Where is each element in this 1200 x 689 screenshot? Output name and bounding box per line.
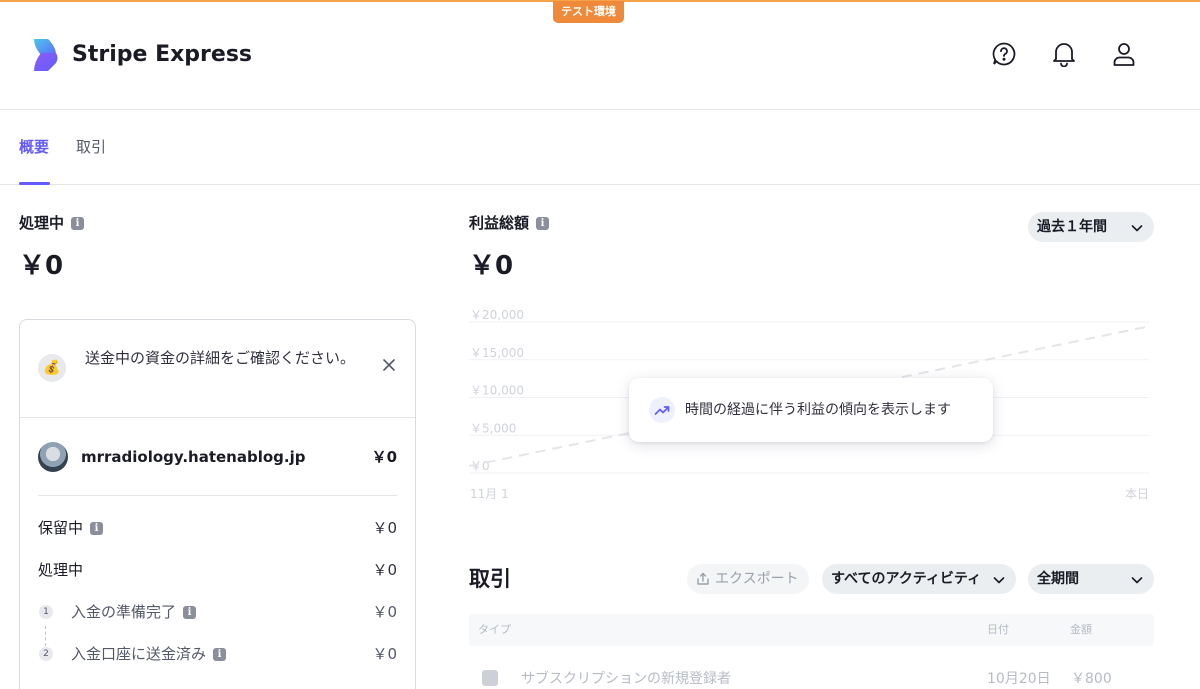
- period-filter-select[interactable]: 全期間: [1028, 564, 1154, 594]
- processing-amount: ￥0: [19, 251, 64, 281]
- on-hold-amount: ￥0: [372, 519, 397, 537]
- x-tick-label: 11月 1: [470, 487, 509, 501]
- step-label: 入金口座に送金済み: [71, 645, 207, 663]
- step-label: 入金の準備完了: [71, 603, 177, 621]
- test-environment-badge: テスト環境: [553, 1, 624, 23]
- stripe-express-logo-icon[interactable]: [32, 38, 60, 72]
- main-tabs: 概要 取引: [0, 110, 1200, 185]
- revenue-amount: ￥0: [469, 251, 514, 281]
- info-icon[interactable]: i: [183, 606, 197, 619]
- notification-bell-icon[interactable]: [1050, 40, 1078, 68]
- info-icon[interactable]: i: [90, 522, 104, 535]
- step-sent-to-bank-label: 入金口座に送金済み i: [71, 643, 227, 665]
- export-label: エクスポート: [715, 571, 799, 587]
- processing-label: 処理中: [19, 214, 65, 232]
- activity-filter-value: すべてのアクティビティ: [831, 571, 982, 587]
- tab-transactions[interactable]: 取引: [76, 136, 106, 158]
- step-number: 1: [39, 605, 53, 619]
- brand-name: Stripe Express: [72, 42, 253, 67]
- export-icon: [697, 572, 709, 585]
- chart-overlay-text: 時間の経過に伴う利益の傾向を表示します: [685, 402, 951, 418]
- y-tick-label: ￥10,000: [470, 384, 524, 398]
- period-filter-value: 全期間: [1037, 571, 1079, 587]
- divider: [38, 495, 397, 496]
- column-header-date[interactable]: 日付: [987, 623, 1009, 637]
- money-bag-icon: 💰: [38, 354, 66, 382]
- revenue-label: 利益総額: [469, 214, 530, 232]
- tab-overview[interactable]: 概要: [19, 136, 49, 158]
- info-icon[interactable]: i: [71, 217, 85, 230]
- account-amount: ￥0: [371, 448, 397, 466]
- transactions-title: 取引: [469, 567, 511, 591]
- step-number: 2: [39, 647, 53, 661]
- x-tick-label: 本日: [1125, 487, 1149, 501]
- processing-section-label: 処理中 i: [19, 212, 85, 234]
- info-icon[interactable]: i: [536, 217, 550, 230]
- chevron-down-icon: [1131, 577, 1143, 584]
- info-icon[interactable]: i: [213, 648, 227, 661]
- transactions-table-header: タイプ 日付 金額: [469, 614, 1154, 646]
- divider: [20, 417, 415, 418]
- account-user-icon[interactable]: [1110, 40, 1138, 68]
- y-tick-label: ￥5,000: [470, 421, 516, 435]
- step-ready-for-payout-label: 入金の準備完了 i: [71, 601, 197, 623]
- processing-row-amount: ￥0: [372, 561, 397, 579]
- export-button[interactable]: エクスポート: [687, 564, 809, 594]
- revenue-section-label: 利益総額 i: [469, 212, 550, 234]
- step-amount: ￥0: [372, 603, 397, 621]
- on-hold-row-label: 保留中 i: [38, 517, 104, 539]
- notice-message: 送金中の資金の詳細をご確認ください。: [85, 349, 356, 367]
- avatar: [38, 442, 68, 472]
- processing-row-label: 処理中: [38, 561, 84, 579]
- revenue-period-select[interactable]: 過去１年間: [1028, 212, 1154, 242]
- balance-details-card: 💰 送金中の資金の詳細をご確認ください。 mrradiology.hatenab…: [19, 319, 416, 689]
- trend-up-icon: [649, 397, 675, 423]
- period-select-value: 過去１年間: [1037, 219, 1107, 235]
- chevron-down-icon: [993, 577, 1005, 584]
- column-header-type[interactable]: タイプ: [478, 623, 511, 637]
- active-tab-indicator: [19, 182, 50, 185]
- help-icon[interactable]: [990, 40, 1018, 68]
- y-tick-label: ￥15,000: [470, 346, 524, 360]
- close-icon[interactable]: [380, 356, 398, 374]
- activity-filter-select[interactable]: すべてのアクティビティ: [822, 564, 1016, 594]
- transaction-date: 10月20日: [987, 671, 1051, 687]
- subscription-icon: [482, 670, 498, 686]
- y-tick-label: ￥20,000: [470, 308, 524, 322]
- on-hold-label: 保留中: [38, 519, 84, 537]
- chevron-down-icon: [1131, 225, 1143, 232]
- transaction-type: サブスクリプションの新規登録者: [521, 671, 731, 687]
- step-connector: [45, 626, 46, 646]
- column-header-amount[interactable]: 金額: [1070, 623, 1092, 637]
- transaction-amount: ￥800: [1071, 671, 1112, 687]
- chart-empty-state-overlay: 時間の経過に伴う利益の傾向を表示します: [629, 378, 993, 442]
- step-amount: ￥0: [372, 645, 397, 663]
- account-name: mrradiology.hatenablog.jp: [81, 448, 306, 466]
